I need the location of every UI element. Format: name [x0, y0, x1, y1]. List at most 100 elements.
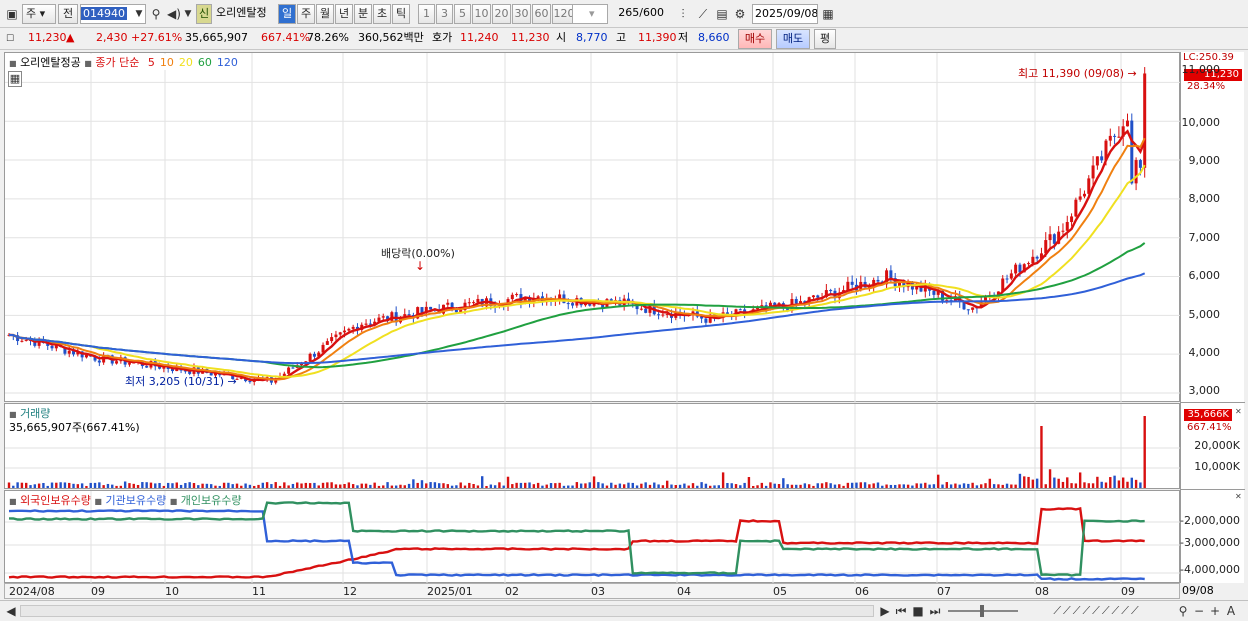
ma-legend-120: 120 [216, 56, 238, 69]
chevron-down-icon[interactable]: ▼ [132, 4, 146, 24]
last-page-icon[interactable]: ⏭ [927, 601, 943, 621]
volume-bar [433, 482, 437, 488]
volume-bar [709, 485, 712, 488]
close-icon[interactable]: ✕ [1235, 492, 1242, 501]
holding-chart-panel[interactable]: ■ 외국인보유수량 ■ 기관보유수량 ■ 개인보유수량 [4, 490, 1181, 584]
volume-bar [373, 482, 376, 488]
candle-body [738, 309, 742, 311]
first-page-icon[interactable]: ⏮ [893, 601, 909, 621]
dividend-arrow-icon: ↓ [415, 259, 426, 273]
volume-bar [265, 482, 269, 488]
low-annotation: 최저 3,205 (10/31) → [125, 375, 237, 388]
volume-bar [859, 482, 862, 488]
volume-bar [588, 482, 591, 488]
volume-bar [382, 485, 385, 488]
volume-bar [945, 482, 949, 488]
candle-body [291, 367, 295, 369]
ma-prefix: 종가 단순 [95, 56, 140, 69]
chevron-down-icon[interactable]: ▼ [183, 4, 193, 24]
volume-bar [1044, 484, 1047, 488]
period-button-1[interactable]: 주 [297, 4, 315, 24]
candle-body [338, 332, 342, 335]
period-button-5[interactable]: 초 [373, 4, 391, 24]
font-size-icon[interactable]: A [1224, 601, 1238, 621]
period-button-4[interactable]: 분 [354, 4, 372, 24]
zoom-out-icon[interactable]: − [1192, 601, 1206, 621]
volume-bar [330, 482, 333, 488]
interval-button-0[interactable]: 1 [418, 4, 435, 24]
volume-bar [403, 485, 406, 488]
volume-bar [214, 485, 217, 488]
gear-icon[interactable]: ⚙ [732, 4, 748, 24]
volume-bar [326, 482, 329, 488]
window-menu-icon[interactable]: ▣ [4, 4, 20, 24]
volume-bar [898, 484, 901, 488]
volume-bar [1005, 483, 1009, 488]
volume-bar [653, 482, 656, 488]
ask-price: 11,230 [511, 31, 550, 44]
candle-icon[interactable]: ⫶ [674, 4, 692, 24]
candle-body [1078, 196, 1082, 200]
candle-body [282, 373, 286, 377]
volume-bar [1087, 483, 1090, 488]
drawing-tools-icon[interactable]: ⟋⟋⟋⟋⟋⟋⟋⟋⟋ [1022, 601, 1172, 621]
search-icon[interactable]: ⚲ [148, 4, 164, 24]
save-icon[interactable]: ▤ [714, 4, 730, 24]
search-icon[interactable]: ⚲ [1176, 601, 1190, 621]
prev-button[interactable]: 전 [58, 4, 78, 24]
period-button-6[interactable]: 틱 [392, 4, 410, 24]
volume-bar [992, 484, 996, 488]
eval-button[interactable]: 평 [814, 29, 836, 49]
horizontal-scrollbar[interactable] [20, 605, 874, 617]
volume-bar [1057, 478, 1060, 488]
interval-button-4[interactable]: 20 [492, 4, 511, 24]
y-tick: 8,000 [1188, 192, 1221, 205]
stop-icon[interactable]: ■ [910, 601, 926, 621]
volume-bar [46, 485, 49, 488]
volume-bar [863, 482, 867, 488]
volume-bar [132, 483, 135, 488]
volume-bar [941, 484, 944, 488]
period-select[interactable]: 주 ▾ [22, 4, 56, 24]
candle-body [639, 308, 643, 310]
volume-bar [648, 484, 652, 488]
foreign-label: 외국인보유수량 [20, 494, 91, 507]
scroll-left-icon[interactable]: ◀ [4, 601, 18, 621]
price-chart-panel[interactable]: ■ 오리엔탈정공 ■ 종가 단순 5 10 20 60 120 ▦ 최고 11,390 … [4, 52, 1181, 403]
date-input[interactable]: 2025/09/08 [752, 4, 818, 24]
buy-button[interactable]: 매수 [738, 29, 772, 49]
interval-button-5[interactable]: 30 [512, 4, 531, 24]
volume-bar [313, 482, 316, 488]
interval-button-1[interactable]: 3 [436, 4, 453, 24]
draw-line-icon[interactable]: ⟋ [694, 4, 712, 24]
calendar-icon[interactable]: ▦ [820, 4, 836, 24]
period-button-0[interactable]: 일 [278, 4, 296, 24]
volume-bar [532, 484, 536, 488]
volume-bar [885, 484, 888, 488]
checkbox-icon[interactable]: ☐ [4, 29, 16, 49]
volume-bar [881, 485, 884, 488]
volume-bar [906, 484, 910, 488]
candle-body [248, 381, 252, 383]
y-tick: 20,000K [1194, 439, 1240, 452]
candle-body [97, 360, 101, 363]
zoom-in-icon[interactable]: + [1208, 601, 1222, 621]
period-button-2[interactable]: 월 [316, 4, 334, 24]
interval-button-6[interactable]: 60 [532, 4, 551, 24]
period-button-3[interactable]: 년 [335, 4, 353, 24]
interval-button-3[interactable]: 10 [472, 4, 491, 24]
speaker-icon[interactable]: ◀) [166, 4, 182, 24]
volume-bar [549, 483, 553, 488]
y-tick: 10,000 [1181, 116, 1221, 129]
close-icon[interactable]: ✕ [1235, 407, 1242, 416]
interval-select[interactable]: ▾ [572, 4, 608, 24]
interval-button-2[interactable]: 5 [454, 4, 471, 24]
volume-bar [795, 484, 798, 488]
volume-chart-panel[interactable]: ■ 거래량 35,665,907주(667.41%) [4, 403, 1181, 490]
scroll-right-icon[interactable]: ▶ [878, 601, 892, 621]
table-icon[interactable]: ▦ [8, 71, 22, 87]
sell-button[interactable]: 매도 [776, 29, 810, 49]
zoom-slider-handle[interactable] [980, 605, 984, 617]
candle-body [446, 302, 450, 305]
ma-line-10 [8, 137, 1146, 381]
